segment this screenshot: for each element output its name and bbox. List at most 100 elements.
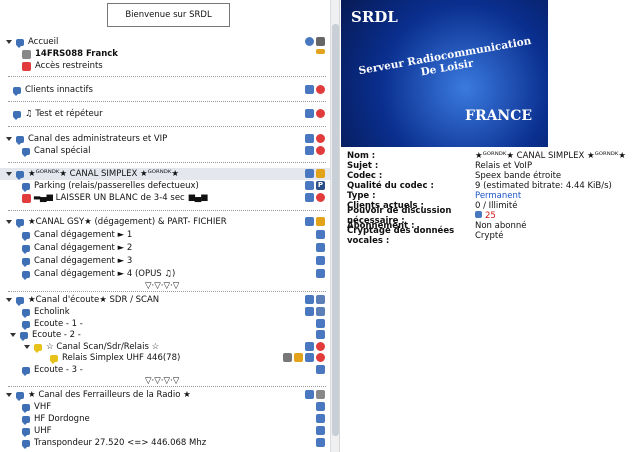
chat-icon: [305, 181, 314, 190]
tree-item-ec3[interactable]: Ecoute - 3 -: [22, 364, 83, 376]
bars-icon: ▬▄■: [33, 193, 54, 203]
no-entry-icon: [316, 109, 325, 118]
tree-item-inactifs[interactable]: Clients innactifs: [6, 84, 93, 96]
separator: [8, 162, 326, 163]
status-bar-icon: [316, 49, 325, 54]
echolink-icons: [305, 307, 325, 316]
server-logo: SRDL Serveur Radiocommunication De Loisi…: [341, 0, 548, 147]
chat-icon: [316, 426, 325, 435]
tree-item-blanc[interactable]: ▬▄■ LAISSER UN BLANC de 3-4 sec ■▄■: [22, 192, 208, 204]
scan-icons: [305, 342, 325, 351]
scrollbar-thumb[interactable]: [332, 24, 339, 436]
info-row-type: Type : Permanent: [347, 191, 522, 201]
flag-icon: [22, 193, 31, 203]
channel-icon: [16, 170, 24, 180]
tree-item-user[interactable]: 14FRS088 Franck: [22, 48, 118, 60]
channel-icon: [16, 296, 24, 306]
deg3-icons: [316, 256, 325, 265]
tree-item-accueil[interactable]: Accueil: [6, 36, 58, 48]
tree-item-ferrailleurs[interactable]: ★ Canal des Ferrailleurs de la Radio ★: [6, 389, 191, 401]
channel-icon: [22, 270, 30, 280]
tree-item-ec2[interactable]: Ecoute - 2 -: [10, 329, 81, 341]
channel-icon: [22, 182, 30, 192]
channel-icon: [22, 257, 30, 267]
chat-icon: [305, 134, 314, 143]
ec2-icons: [316, 330, 325, 339]
tree-item-admin[interactable]: Canal des administrateurs et VIP: [6, 133, 167, 145]
test-icons: [305, 109, 325, 118]
inactifs-icons: [305, 85, 325, 94]
tree-item-parking[interactable]: Parking (relais/passerelles defectueux): [22, 180, 199, 192]
tree-item-echolink[interactable]: Echolink: [22, 306, 70, 318]
radio-icon: [316, 307, 325, 316]
channel-icon: [22, 244, 30, 254]
collapse-arrow-icon[interactable]: [6, 40, 12, 44]
channel-icon: [22, 320, 30, 330]
chat-icon: [316, 243, 325, 252]
tree-item-special[interactable]: Canal spécial: [22, 145, 90, 157]
channel-info: Nom : ★ᴳᴼᴿᴺᴰᴷ★ CANAL SIMPLEX ★ᴳᴼᴿᴺᴰᴷ★ Suj…: [347, 151, 637, 246]
no-entry-icon: [316, 146, 325, 155]
no-entry-icon: [316, 85, 325, 94]
deg2-icons: [316, 243, 325, 252]
chat-icon: [305, 217, 314, 226]
chat-icon: [305, 307, 314, 316]
chat-icon: [305, 295, 314, 304]
info-row-codec: Codec : Speex bande étroite: [347, 171, 562, 181]
chat-icon: [305, 109, 314, 118]
tree-scrollbar[interactable]: [330, 0, 339, 452]
collapse-arrow-icon[interactable]: [6, 298, 12, 302]
chat-icon: [305, 193, 314, 202]
channel-tree-panel: Bienvenue sur SRDL Accueil 14FRS088 Fran…: [0, 0, 340, 452]
chat-icon: [305, 342, 314, 351]
tree-item-deg1[interactable]: Canal dégagement ► 1: [22, 229, 132, 241]
channel-icon: [13, 110, 21, 120]
chat-icon: [316, 269, 325, 278]
tree-item-vhf[interactable]: VHF: [22, 401, 51, 413]
check-icon: [305, 37, 314, 46]
collapse-arrow-icon[interactable]: [6, 172, 12, 176]
channel-icon: [22, 231, 30, 241]
tree-item-simplex[interactable]: ★ᴳᴼᴿᴺᴰᴷ★ CANAL SIMPLEX ★ᴳᴼᴿᴺᴰᴷ★: [6, 168, 179, 180]
tree-item-transp[interactable]: Transpondeur 27.520 <=> 446.068 Mhz: [22, 437, 206, 449]
collapse-arrow-icon[interactable]: [10, 333, 16, 337]
tree-item-hfd[interactable]: HF Dordogne: [22, 413, 90, 425]
tree-item-relais[interactable]: Relais Simplex UHF 446(78): [50, 352, 180, 364]
welcome-text: Bienvenue sur SRDL: [125, 10, 212, 20]
vhf-icons: [316, 402, 325, 411]
parking-icons: P: [305, 181, 325, 190]
chat-icon: [316, 365, 325, 374]
collapse-arrow-icon[interactable]: [6, 393, 12, 397]
tree-item-acces[interactable]: Accès restreints: [22, 60, 103, 72]
channel-icon: [13, 86, 21, 96]
user-icon: [22, 49, 31, 59]
collapse-arrow-icon[interactable]: [6, 220, 12, 224]
special-icons: [305, 146, 325, 155]
channel-icon: [16, 391, 24, 401]
blanc-icons: [305, 193, 325, 202]
ecoute-icons: [305, 295, 325, 304]
hfd-icons: [316, 414, 325, 423]
tree-item-ecoute[interactable]: ★Canal d'écoute★ SDR / SCAN: [6, 294, 159, 306]
tree-item-uhf[interactable]: UHF: [22, 425, 52, 437]
power-icon: [316, 217, 325, 226]
music-note-icon: ♫: [25, 109, 36, 119]
deg1-icons: [316, 230, 325, 239]
tree-item-deg4[interactable]: Canal dégagement ► 4 (OPUS ♫): [22, 268, 175, 280]
chat-icon: [305, 390, 314, 399]
info-row-cryptage: Cryptage des données vocales : Crypté: [347, 226, 504, 246]
collapse-arrow-icon[interactable]: [6, 137, 12, 141]
collapse-arrow-icon[interactable]: [24, 345, 30, 349]
separator: [8, 101, 326, 102]
tree-item-deg2[interactable]: Canal dégagement ► 2: [22, 242, 132, 254]
channel-icon: [16, 38, 24, 48]
tree-item-gsy[interactable]: ★CANAL GSY★ (dégagement) & PART- FICHIER: [6, 216, 227, 228]
ec1-icons: [316, 319, 325, 328]
info-row-qualite: Qualité du codec :9 (estimated bitrate: …: [347, 181, 612, 191]
channel-icon: [50, 354, 58, 364]
no-entry-icon: [316, 353, 325, 362]
tree-item-deg3[interactable]: Canal dégagement ► 3: [22, 255, 132, 267]
deg4-icons: [316, 269, 325, 278]
tree-item-test[interactable]: ♫ Test et répéteur: [6, 108, 103, 120]
welcome-banner[interactable]: Bienvenue sur SRDL: [107, 3, 230, 27]
